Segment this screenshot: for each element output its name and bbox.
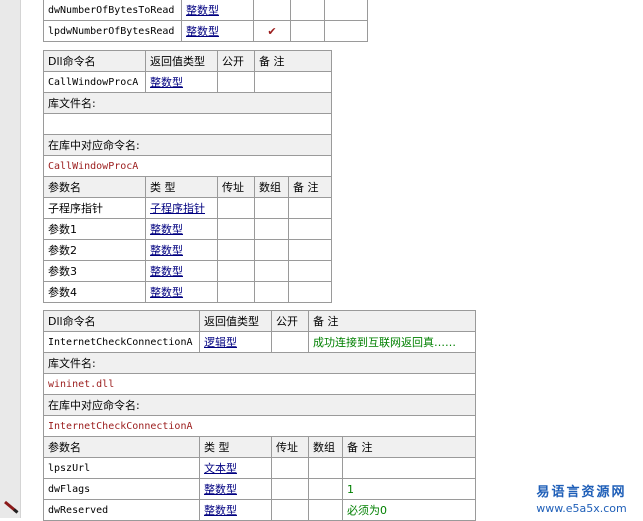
- table-row: 参数4 整数型: [43, 281, 332, 303]
- param-type-link[interactable]: 整数型: [150, 265, 183, 278]
- header-param-note: 备 注: [288, 176, 332, 198]
- header-return-type: 返回值类型: [145, 50, 218, 72]
- param-type-link[interactable]: 文本型: [204, 462, 237, 475]
- param-name: 参数3: [43, 260, 146, 282]
- left-margin-bar: [0, 0, 21, 518]
- return-type-link[interactable]: 逻辑型: [204, 336, 237, 349]
- header-byref: 传址: [217, 176, 255, 198]
- table-row: 参数2 整数型: [43, 239, 332, 261]
- param-note: 必须为0: [342, 499, 476, 521]
- library-label: 库文件名:: [43, 352, 476, 374]
- param-name: 参数4: [43, 281, 146, 303]
- header-array: 数组: [308, 436, 343, 458]
- library-value: wininet.dll: [43, 373, 476, 395]
- header-byref: 传址: [271, 436, 309, 458]
- dll-command-table-callwindowproca: Dll命令名 返回值类型 公开 备 注 CallWindowProcA 整数型 …: [43, 50, 332, 303]
- logo-chinese-text: 易语言资源网: [536, 485, 627, 500]
- table-row: 参数3 整数型: [43, 260, 332, 282]
- dll-note: 成功连接到互联网返回真……: [308, 331, 476, 353]
- table-row: lpszUrl 文本型: [43, 457, 476, 479]
- param-name: 子程序指针: [43, 197, 146, 219]
- param-type-link[interactable]: 整数型: [186, 4, 219, 17]
- dll-header-row: Dll命令名 返回值类型 公开 备 注: [43, 310, 476, 332]
- header-param-name: 参数名: [43, 176, 146, 198]
- table-row: dwNumberOfBytesToRead 整数型: [43, 0, 368, 21]
- dll-note: [254, 71, 332, 93]
- library-label: 库文件名:: [43, 92, 332, 114]
- header-public: 公开: [271, 310, 309, 332]
- prev-param-table: dwNumberOfBytesToRead 整数型 lpdwNumberOfBy…: [43, 0, 368, 42]
- public-flag: [217, 71, 255, 93]
- param-type-link[interactable]: 整数型: [150, 223, 183, 236]
- dll-command-table-internetcheckconnectiona: Dll命令名 返回值类型 公开 备 注 InternetCheckConnect…: [43, 310, 476, 521]
- param-name: dwNumberOfBytesToRead: [43, 0, 182, 21]
- alias-value: CallWindowProcA: [43, 155, 332, 177]
- header-return-type: 返回值类型: [199, 310, 272, 332]
- table-row: lpdwNumberOfBytesRead 整数型 ✔: [43, 20, 368, 42]
- header-note: 备 注: [308, 310, 476, 332]
- table-row: 参数1 整数型: [43, 218, 332, 240]
- param-type-link[interactable]: 整数型: [204, 504, 237, 517]
- param-name: lpszUrl: [43, 457, 200, 479]
- param-name: 参数1: [43, 218, 146, 240]
- header-param-note: 备 注: [342, 436, 476, 458]
- param-header-row: 参数名 类 型 传址 数组 备 注: [43, 176, 332, 198]
- alias-label: 在库中对应命令名:: [43, 394, 476, 416]
- header-dll-name: Dll命令名: [43, 310, 200, 332]
- header-dll-name: Dll命令名: [43, 50, 146, 72]
- pencil-icon: [4, 500, 19, 514]
- table-row: dwReserved 整数型 必须为0: [43, 499, 476, 521]
- header-param-type: 类 型: [145, 176, 218, 198]
- header-public: 公开: [217, 50, 255, 72]
- param-type-link[interactable]: 整数型: [150, 286, 183, 299]
- header-param-name: 参数名: [43, 436, 200, 458]
- table-row: dwFlags 整数型 1: [43, 478, 476, 500]
- checkmark-icon: ✔: [253, 20, 291, 42]
- dll-info-row: CallWindowProcA 整数型: [43, 71, 332, 93]
- public-flag: [271, 331, 309, 353]
- param-name: lpdwNumberOfBytesRead: [43, 20, 182, 42]
- param-note: [324, 20, 368, 42]
- dll-command-name: InternetCheckConnectionA: [43, 331, 200, 353]
- header-param-type: 类 型: [199, 436, 272, 458]
- logo-url-text: www.e5a5x.com: [536, 502, 627, 515]
- header-note: 备 注: [254, 50, 332, 72]
- param-name: dwFlags: [43, 478, 200, 500]
- alias-label: 在库中对应命令名:: [43, 134, 332, 156]
- return-type-link[interactable]: 整数型: [150, 76, 183, 89]
- param-note: 1: [342, 478, 476, 500]
- param-byref: [253, 0, 291, 21]
- site-watermark-logo: 易语言资源网 www.e5a5x.com: [524, 481, 639, 515]
- param-note: [324, 0, 368, 21]
- param-array: [290, 20, 325, 42]
- dll-command-name: CallWindowProcA: [43, 71, 146, 93]
- alias-value: InternetCheckConnectionA: [43, 415, 476, 437]
- table-row: 子程序指针 子程序指针: [43, 197, 332, 219]
- param-type-link[interactable]: 整数型: [150, 244, 183, 257]
- param-note: [342, 457, 476, 479]
- param-name: dwReserved: [43, 499, 200, 521]
- dll-header-row: Dll命令名 返回值类型 公开 备 注: [43, 50, 332, 72]
- param-header-row: 参数名 类 型 传址 数组 备 注: [43, 436, 476, 458]
- param-name: 参数2: [43, 239, 146, 261]
- param-type-link[interactable]: 整数型: [204, 483, 237, 496]
- param-type-link[interactable]: 子程序指针: [150, 202, 205, 215]
- header-array: 数组: [254, 176, 289, 198]
- library-value: [43, 113, 332, 135]
- dll-info-row: InternetCheckConnectionA 逻辑型 成功连接到互联网返回真…: [43, 331, 476, 353]
- param-array: [290, 0, 325, 21]
- param-type-link[interactable]: 整数型: [186, 25, 219, 38]
